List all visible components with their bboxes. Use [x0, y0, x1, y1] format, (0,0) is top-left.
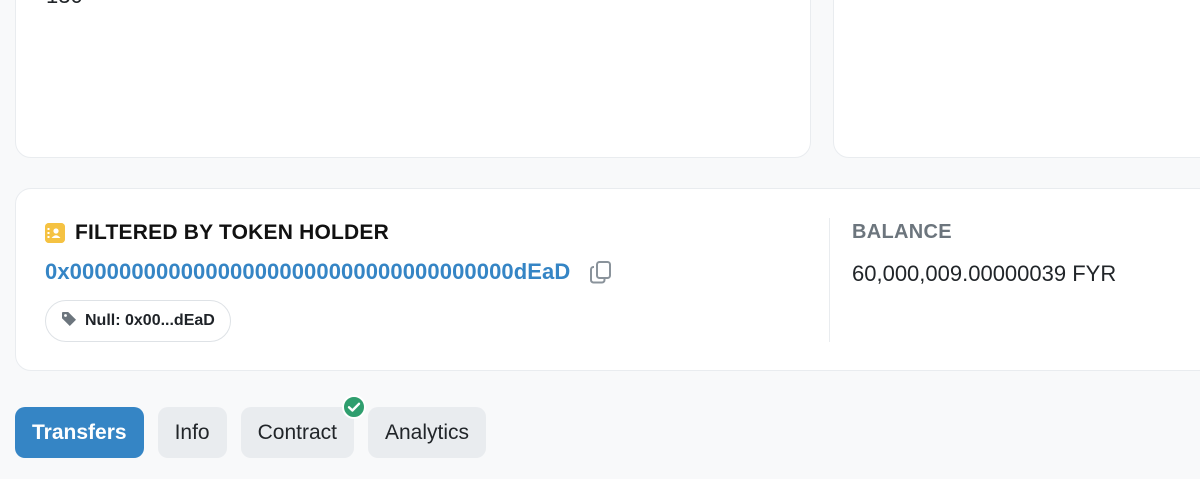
tab-label: Transfers	[32, 420, 127, 444]
tab-label: Contract	[257, 420, 337, 444]
tab-contract[interactable]: Contract	[240, 395, 366, 458]
token-holder-filter-card: FILTERED BY TOKEN HOLDER 0x0000000000000…	[15, 188, 1200, 371]
tag-icon	[61, 311, 77, 332]
stat-card-right: -	[833, 0, 1200, 158]
divider	[829, 218, 830, 342]
tab-info[interactable]: Info	[157, 407, 227, 458]
tab-bar: Transfers Info Contract Analytics	[15, 395, 486, 458]
check-badge-icon	[341, 395, 366, 419]
balance-label: BALANCE	[852, 221, 952, 243]
tag-label: Null: 0x00...dEaD	[85, 312, 215, 329]
balance-value: 60,000,009.00000039 FYR	[852, 261, 1117, 286]
tab-analytics[interactable]: Analytics	[367, 407, 486, 458]
holder-address-link[interactable]: 0x000000000000000000000000000000000000dE…	[45, 259, 570, 285]
copy-icon[interactable]	[588, 259, 614, 285]
holder-title-row: FILTERED BY TOKEN HOLDER	[45, 221, 389, 245]
name-tag-badge[interactable]: Null: 0x00...dEaD	[45, 300, 231, 342]
holder-title: FILTERED BY TOKEN HOLDER	[75, 221, 389, 244]
stat-card-left: 130	[15, 0, 811, 158]
stat-value-left: 130	[46, 0, 83, 7]
contact-card-icon	[45, 223, 65, 243]
tab-transfers[interactable]: Transfers	[15, 407, 144, 458]
stat-value-right: -	[862, 0, 869, 6]
tab-label: Analytics	[384, 420, 469, 444]
address-row: 0x000000000000000000000000000000000000dE…	[45, 259, 614, 285]
tab-label: Info	[174, 420, 210, 444]
